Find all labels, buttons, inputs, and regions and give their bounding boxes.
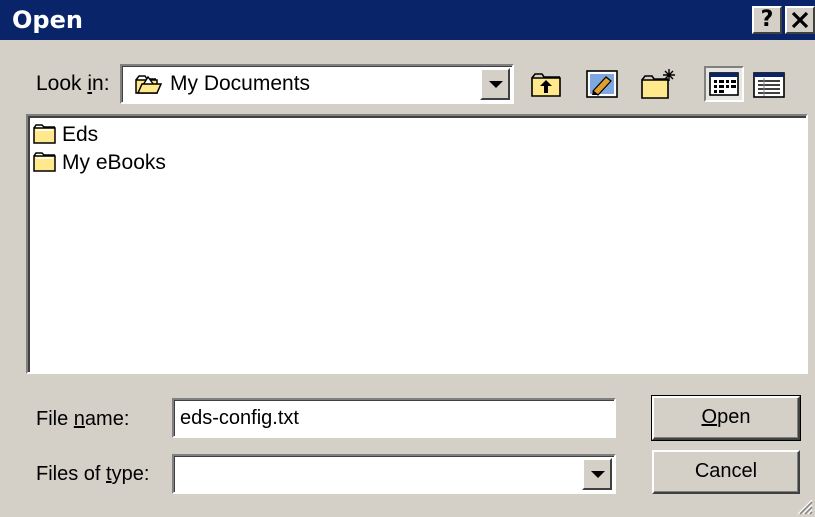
- resize-grip-icon[interactable]: [795, 497, 813, 515]
- list-view-button[interactable]: [704, 66, 744, 102]
- files-of-type-dropdown-button[interactable]: [582, 458, 612, 490]
- open-button[interactable]: Open: [651, 395, 801, 441]
- list-view-icon: [709, 72, 739, 96]
- details-view-button[interactable]: [748, 66, 788, 102]
- chevron-down-icon: [489, 81, 503, 88]
- folder-open-icon: [135, 75, 162, 94]
- folder-name: Eds: [62, 123, 99, 146]
- desktop-button[interactable]: [582, 66, 622, 102]
- details-view-icon: [753, 72, 785, 98]
- close-icon: [791, 11, 809, 29]
- desktop-icon: [586, 70, 618, 98]
- file-name-label: File name:: [36, 408, 130, 430]
- close-button[interactable]: [785, 6, 815, 34]
- look-in-label: Look in:: [36, 72, 110, 95]
- title-bar[interactable]: Open ?: [0, 0, 815, 40]
- cancel-button[interactable]: Cancel: [652, 450, 800, 494]
- help-button[interactable]: ?: [752, 6, 782, 34]
- chevron-down-icon: [591, 471, 605, 478]
- look-in-dropdown-button[interactable]: [480, 68, 510, 100]
- files-of-type-combo[interactable]: [172, 454, 616, 494]
- folder-up-icon: [531, 73, 561, 97]
- new-folder-button[interactable]: [638, 66, 678, 102]
- folder-icon: [33, 152, 56, 172]
- look-in-value: My Documents: [170, 72, 311, 95]
- file-list[interactable]: Eds My eBooks: [26, 114, 808, 374]
- files-of-type-label: Files of type:: [36, 463, 150, 485]
- file-name-input[interactable]: [172, 398, 616, 438]
- new-folder-icon: [641, 69, 675, 99]
- dialog-title: Open: [12, 6, 83, 34]
- folder-name: My eBooks: [62, 151, 166, 174]
- up-one-level-button[interactable]: [526, 66, 566, 102]
- look-in-combo[interactable]: My Documents: [120, 64, 514, 104]
- folder-icon: [33, 124, 56, 144]
- open-dialog: Open ? Look in: My Documents Eds My eBoo…: [0, 0, 815, 517]
